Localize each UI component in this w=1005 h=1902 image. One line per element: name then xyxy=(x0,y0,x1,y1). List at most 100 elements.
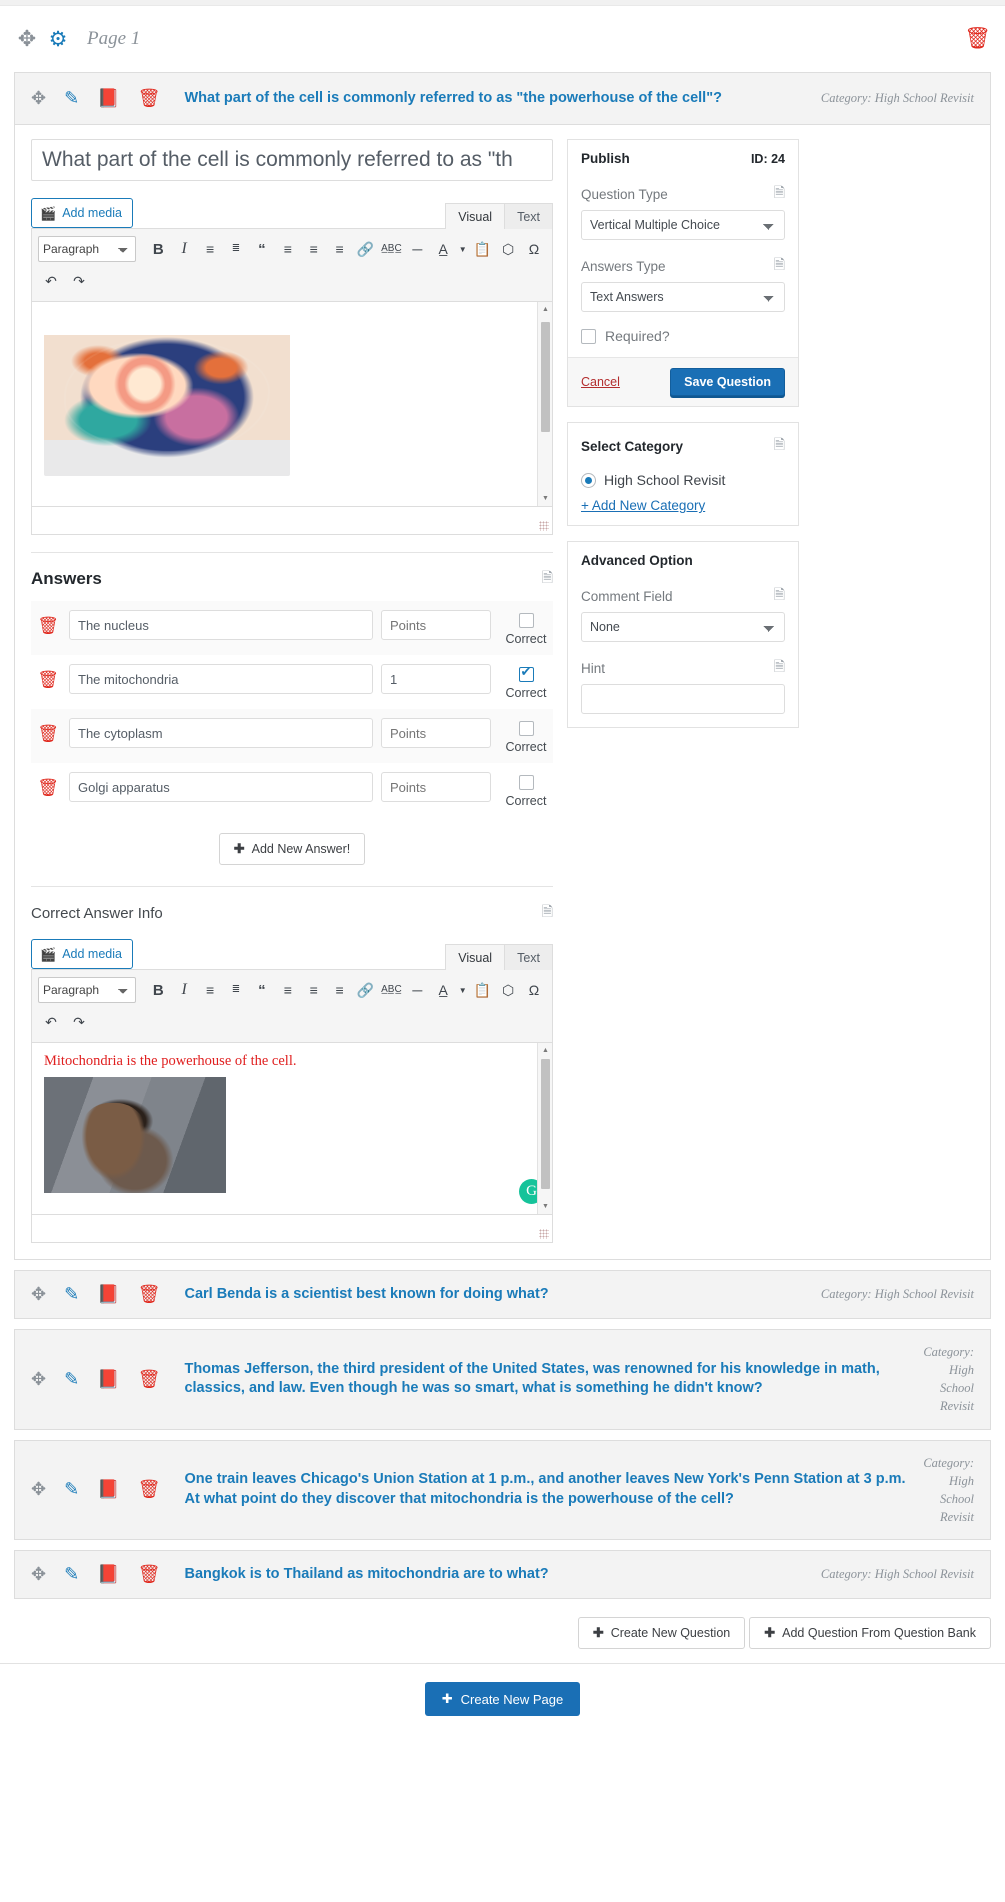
horizontal-rule-icon[interactable]: ─ xyxy=(405,977,429,1003)
category-radio[interactable] xyxy=(581,472,596,488)
scroll-down-icon[interactable]: ▼ xyxy=(538,491,552,506)
bold-icon[interactable]: B xyxy=(146,977,170,1003)
bulleted-list-icon[interactable]: ≡ xyxy=(198,977,222,1003)
link-icon[interactable]: 🔗 xyxy=(354,236,378,262)
special-character-icon[interactable]: Ω xyxy=(522,977,546,1003)
drag-handle-icon[interactable]: ✥ xyxy=(31,88,46,109)
answer-points-input[interactable] xyxy=(381,772,491,802)
bulleted-list-icon[interactable]: ≡ xyxy=(198,236,222,262)
align-left-icon[interactable]: ≡ xyxy=(276,977,300,1003)
tab-text[interactable]: Text xyxy=(504,203,553,229)
align-center-icon[interactable]: ≡ xyxy=(302,977,326,1003)
tab-text-2[interactable]: Text xyxy=(504,944,553,970)
scroll-up-icon[interactable]: ▲ xyxy=(538,302,552,317)
drag-handle-icon[interactable]: ✥ xyxy=(31,1479,46,1500)
answer-points-input[interactable] xyxy=(381,664,491,694)
answer-text-input[interactable] xyxy=(69,718,373,748)
tab-visual[interactable]: Visual xyxy=(445,203,506,229)
paste-as-text-icon[interactable]: 📋 xyxy=(470,236,494,262)
tab-visual-2[interactable]: Visual xyxy=(445,944,506,970)
add-question-from-bank-button[interactable]: ✚ Add Question From Question Bank xyxy=(749,1617,991,1649)
move-arrows-icon[interactable]: ✥ xyxy=(14,26,40,52)
duplicate-icon[interactable]: 📕 xyxy=(97,1479,119,1500)
correct-editor-content-area[interactable]: Mitochondria is the powerhouse of the ce… xyxy=(31,1043,553,1215)
scrollbar-thumb[interactable] xyxy=(541,322,550,432)
question-type-select[interactable]: Vertical Multiple Choice xyxy=(581,210,785,240)
drag-handle-icon[interactable]: ✥ xyxy=(31,1369,46,1390)
text-color-chevron-down-icon[interactable]: ▼ xyxy=(457,245,468,254)
edit-pencil-icon[interactable]: ✎ xyxy=(64,88,79,109)
duplicate-icon[interactable]: 📕 xyxy=(97,1369,119,1390)
collapsed-question-row[interactable]: ✥ ✎ 📕 🗑 One train leaves Chicago's Union… xyxy=(14,1439,991,1540)
special-character-icon[interactable]: Ω xyxy=(522,236,546,262)
edit-pencil-icon[interactable]: ✎ xyxy=(64,1369,79,1390)
answer-correct-checkbox[interactable] xyxy=(518,721,534,736)
horizontal-rule-icon[interactable]: ─ xyxy=(405,236,429,262)
delete-question-icon[interactable]: 🗑 xyxy=(138,1564,161,1585)
strikethrough-icon[interactable]: A̲B̲C̲ xyxy=(379,236,403,262)
create-new-question-button[interactable]: ✚ Create New Question xyxy=(577,1617,746,1649)
align-center-icon[interactable]: ≡ xyxy=(302,236,326,262)
question-header[interactable]: ✥ ✎ 📕 🗑 What part of the cell is commonl… xyxy=(15,73,990,125)
comment-field-help-icon[interactable]: 🗎 xyxy=(774,584,785,608)
delete-answer-icon[interactable]: 🗑 xyxy=(35,772,61,798)
delete-question-icon[interactable]: 🗑 xyxy=(138,1369,161,1390)
delete-page-icon[interactable]: 🗑 xyxy=(964,27,991,51)
hint-input[interactable] xyxy=(581,684,785,714)
correct-answer-info-help-icon[interactable]: 🗎 xyxy=(542,901,553,925)
text-color-chevron-down-icon[interactable]: ▼ xyxy=(457,986,468,995)
delete-answer-icon[interactable]: 🗑 xyxy=(35,664,61,690)
scroll-up-icon[interactable]: ▲ xyxy=(538,1043,552,1058)
redo-icon[interactable]: ↷ xyxy=(66,1009,92,1035)
delete-question-icon[interactable]: 🗑 xyxy=(138,1479,161,1500)
paragraph-format-select[interactable]: Paragraph xyxy=(38,236,137,262)
edit-pencil-icon[interactable]: ✎ xyxy=(64,1564,79,1585)
add-new-category-link[interactable]: + Add New Category xyxy=(568,492,798,525)
required-checkbox[interactable] xyxy=(581,328,596,344)
scrollbar-thumb[interactable] xyxy=(541,1059,550,1189)
undo-icon[interactable]: ↶ xyxy=(38,268,64,294)
comment-field-select[interactable]: None xyxy=(581,612,785,642)
create-new-page-button[interactable]: ✚ Create New Page xyxy=(424,1682,581,1716)
answer-points-input[interactable] xyxy=(381,610,491,640)
numbered-list-icon[interactable]: ≣ xyxy=(224,236,248,262)
delete-question-icon[interactable]: 🗑 xyxy=(138,1284,161,1305)
blockquote-icon[interactable]: “ xyxy=(250,236,274,262)
answer-text-input[interactable] xyxy=(69,772,373,802)
blockquote-icon[interactable]: “ xyxy=(250,977,274,1003)
answers-type-help-icon[interactable]: 🗎 xyxy=(774,254,785,278)
collapsed-question-row[interactable]: ✥ ✎ 📕 🗑 Bangkok is to Thailand as mitoch… xyxy=(14,1550,991,1599)
bold-icon[interactable]: B xyxy=(146,236,170,262)
add-new-answer-button[interactable]: ✚ Add New Answer! xyxy=(218,833,366,865)
correct-editor-scrollbar[interactable]: ▲ ▼ xyxy=(537,1043,552,1214)
align-right-icon[interactable]: ≡ xyxy=(328,236,352,262)
select-category-help-icon[interactable]: 🗎 xyxy=(774,434,785,458)
italic-icon[interactable]: I xyxy=(172,977,196,1003)
question-title-input[interactable] xyxy=(31,139,553,181)
delete-answer-icon[interactable]: 🗑 xyxy=(35,610,61,636)
clear-formatting-icon[interactable]: ⬡ xyxy=(496,236,520,262)
gear-icon[interactable]: ⚙ xyxy=(46,27,70,51)
hint-help-icon[interactable]: 🗎 xyxy=(774,656,785,680)
redo-icon[interactable]: ↷ xyxy=(66,268,92,294)
paste-as-text-icon[interactable]: 📋 xyxy=(470,977,494,1003)
numbered-list-icon[interactable]: ≣ xyxy=(224,977,248,1003)
scroll-down-icon[interactable]: ▼ xyxy=(538,1199,552,1214)
editor-content-area[interactable]: ▲ ▼ xyxy=(31,302,553,507)
answer-correct-checkbox[interactable] xyxy=(518,775,534,790)
answers-help-icon[interactable]: 🗎 xyxy=(542,567,553,591)
answer-text-input[interactable] xyxy=(69,610,373,640)
duplicate-icon[interactable]: 📕 xyxy=(97,1284,119,1305)
duplicate-icon[interactable]: 📕 xyxy=(97,1564,119,1585)
collapsed-question-row[interactable]: ✥ ✎ 📕 🗑 Thomas Jefferson, the third pres… xyxy=(14,1329,991,1430)
category-option-row[interactable]: High School Revisit xyxy=(568,464,798,492)
answer-correct-checkbox[interactable] xyxy=(518,665,534,682)
delete-answer-icon[interactable]: 🗑 xyxy=(35,718,61,744)
answers-type-select[interactable]: Text Answers xyxy=(581,282,785,312)
drag-handle-icon[interactable]: ✥ xyxy=(31,1564,46,1585)
undo-icon[interactable]: ↶ xyxy=(38,1009,64,1035)
drag-handle-icon[interactable]: ✥ xyxy=(31,1284,46,1305)
align-right-icon[interactable]: ≡ xyxy=(328,977,352,1003)
question-type-help-icon[interactable]: 🗎 xyxy=(774,182,785,206)
cancel-button[interactable]: Cancel xyxy=(581,375,620,389)
